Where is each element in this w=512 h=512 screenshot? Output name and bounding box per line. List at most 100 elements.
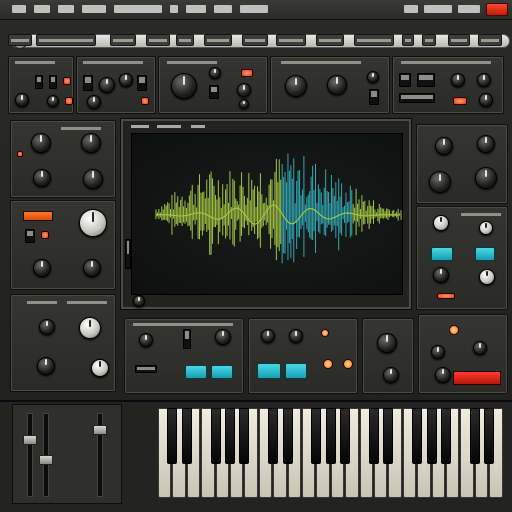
lower-knob[interactable] bbox=[431, 345, 445, 359]
strip-button[interactable] bbox=[36, 34, 96, 46]
lower-knob[interactable] bbox=[435, 367, 451, 383]
filter-knob[interactable] bbox=[99, 77, 115, 93]
black-key[interactable] bbox=[340, 408, 351, 464]
menu-item[interactable] bbox=[214, 5, 232, 13]
lfo-knob[interactable] bbox=[367, 71, 379, 83]
menu-item[interactable] bbox=[114, 5, 162, 13]
filter-switch[interactable] bbox=[83, 75, 93, 91]
black-key[interactable] bbox=[282, 408, 293, 464]
filter-knob[interactable] bbox=[119, 73, 133, 87]
left-knob[interactable] bbox=[81, 133, 101, 153]
right-knob-white[interactable] bbox=[479, 221, 493, 235]
cyan-pad[interactable] bbox=[475, 247, 495, 261]
right-knob-white[interactable] bbox=[479, 269, 495, 285]
right-knob[interactable] bbox=[475, 167, 497, 189]
left-knob[interactable] bbox=[83, 169, 103, 189]
osc-switch[interactable] bbox=[35, 75, 43, 89]
mixer-switch[interactable] bbox=[399, 73, 411, 87]
lower-knob[interactable] bbox=[139, 333, 153, 347]
lower-switch[interactable] bbox=[183, 329, 191, 349]
menu-item[interactable] bbox=[186, 5, 206, 13]
left-knob[interactable] bbox=[39, 319, 55, 335]
menu-item[interactable] bbox=[12, 5, 26, 13]
menu-item[interactable] bbox=[34, 5, 50, 13]
left-knob-white[interactable] bbox=[91, 359, 109, 377]
black-key[interactable] bbox=[383, 408, 394, 464]
filter-knob[interactable] bbox=[87, 95, 101, 109]
black-key[interactable] bbox=[181, 408, 192, 464]
osc-knob[interactable] bbox=[47, 95, 59, 107]
black-key[interactable] bbox=[369, 408, 379, 464]
left-knob[interactable] bbox=[31, 133, 51, 153]
menu-item[interactable] bbox=[58, 5, 74, 13]
display-slider[interactable] bbox=[125, 239, 131, 269]
envelope-switch[interactable] bbox=[209, 85, 219, 99]
lower-knob[interactable] bbox=[473, 341, 487, 355]
left-knob[interactable] bbox=[33, 259, 51, 277]
strip-button[interactable] bbox=[316, 34, 344, 46]
black-key[interactable] bbox=[167, 408, 178, 464]
right-knob[interactable] bbox=[477, 135, 495, 153]
left-knob[interactable] bbox=[83, 259, 101, 277]
left-knob[interactable] bbox=[37, 357, 55, 375]
left-knob[interactable] bbox=[33, 169, 51, 187]
lower-knob[interactable] bbox=[261, 329, 275, 343]
strip-button[interactable] bbox=[146, 34, 170, 46]
black-key[interactable] bbox=[225, 408, 235, 464]
strip-button[interactable] bbox=[448, 34, 470, 46]
lower-switch[interactable] bbox=[135, 365, 157, 373]
black-key[interactable] bbox=[325, 408, 336, 464]
strip-button[interactable] bbox=[402, 34, 414, 46]
black-key[interactable] bbox=[210, 408, 221, 464]
strip-button[interactable] bbox=[422, 34, 436, 46]
left-knob-white[interactable] bbox=[79, 317, 101, 339]
lower-knob[interactable] bbox=[377, 333, 397, 353]
mixer-switch[interactable] bbox=[399, 93, 435, 103]
osc-knob[interactable] bbox=[15, 93, 29, 107]
strip-button[interactable] bbox=[8, 34, 32, 46]
envelope-knob[interactable] bbox=[237, 83, 251, 97]
left-switch[interactable] bbox=[25, 229, 35, 243]
fader[interactable] bbox=[23, 435, 37, 445]
filter-switch[interactable] bbox=[137, 75, 147, 91]
cyan-pad[interactable] bbox=[185, 365, 207, 379]
lower-knob[interactable] bbox=[383, 367, 399, 383]
black-key[interactable] bbox=[469, 408, 480, 464]
strip-button[interactable] bbox=[204, 34, 232, 46]
mixer-knob[interactable] bbox=[451, 73, 465, 87]
lower-knob[interactable] bbox=[215, 329, 231, 345]
mixer-knob[interactable] bbox=[477, 73, 491, 87]
cyan-pad[interactable] bbox=[257, 363, 281, 379]
record-button[interactable] bbox=[486, 3, 508, 16]
strip-button[interactable] bbox=[478, 34, 502, 46]
black-key[interactable] bbox=[268, 408, 279, 464]
mixer-knob[interactable] bbox=[479, 93, 493, 107]
black-key[interactable] bbox=[239, 408, 250, 464]
menu-item[interactable] bbox=[458, 5, 480, 13]
cyan-pad[interactable] bbox=[211, 365, 233, 379]
envelope-knob[interactable] bbox=[239, 99, 249, 109]
fader[interactable] bbox=[93, 425, 107, 435]
black-key[interactable] bbox=[484, 408, 495, 464]
mixer-switch[interactable] bbox=[417, 73, 435, 87]
lower-knob[interactable] bbox=[289, 329, 303, 343]
right-knob[interactable] bbox=[429, 171, 451, 193]
menu-item[interactable] bbox=[82, 5, 106, 13]
display-knob[interactable] bbox=[133, 295, 145, 307]
strip-button[interactable] bbox=[176, 34, 194, 46]
strip-button[interactable] bbox=[276, 34, 306, 46]
right-knob[interactable] bbox=[435, 137, 453, 155]
envelope-knob[interactable] bbox=[171, 73, 197, 99]
black-key[interactable] bbox=[412, 408, 423, 464]
menu-item[interactable] bbox=[170, 5, 178, 13]
envelope-knob[interactable] bbox=[209, 67, 221, 79]
menu-item[interactable] bbox=[240, 5, 268, 13]
left-knob-white[interactable] bbox=[79, 209, 107, 237]
lfo-switch[interactable] bbox=[369, 89, 379, 105]
cyan-pad[interactable] bbox=[431, 247, 453, 261]
right-knob[interactable] bbox=[433, 267, 449, 283]
menu-item[interactable] bbox=[424, 5, 452, 13]
right-knob-white[interactable] bbox=[433, 215, 449, 231]
strip-button[interactable] bbox=[242, 34, 268, 46]
cyan-pad[interactable] bbox=[285, 363, 307, 379]
